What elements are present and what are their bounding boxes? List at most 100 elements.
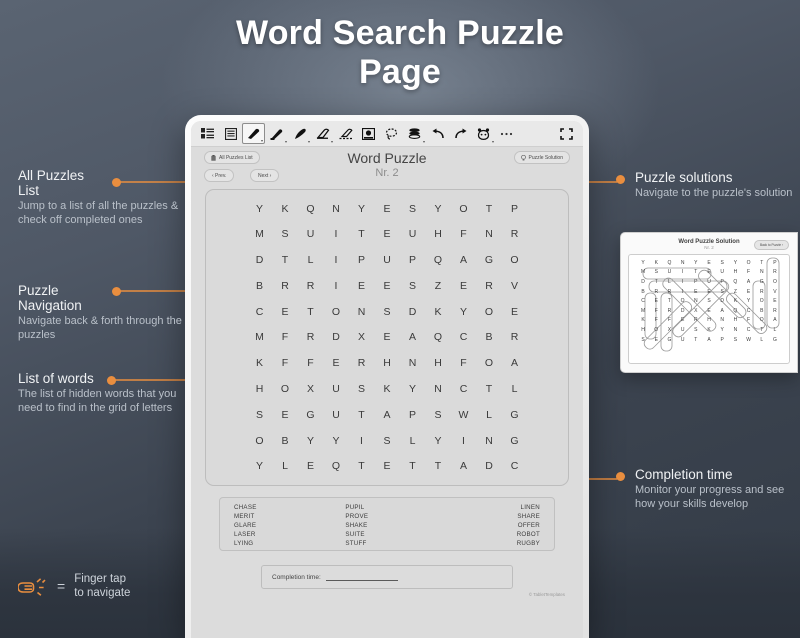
letter-cell[interactable]: T (349, 221, 375, 247)
letter-cell[interactable]: E (502, 299, 528, 325)
letter-cell[interactable]: Y (323, 428, 349, 454)
all-puzzles-list-button[interactable]: All Puzzles List (204, 151, 260, 164)
letter-cell[interactable]: F (272, 350, 298, 376)
letter-cell[interactable]: N (349, 299, 375, 325)
word-item[interactable]: STUFF (345, 539, 442, 548)
word-item[interactable]: MERIT (234, 512, 331, 521)
letter-cell[interactable]: Y (247, 196, 273, 222)
letter-cell[interactable]: C (247, 299, 273, 325)
letter-cell[interactable]: Y (247, 454, 273, 480)
letter-cell[interactable]: T (400, 454, 426, 480)
letter-cell[interactable]: E (298, 454, 324, 480)
word-item[interactable]: RUGBY (443, 539, 540, 548)
word-item[interactable]: ROBOT (443, 530, 540, 539)
letter-cell[interactable]: L (272, 454, 298, 480)
letter-cell[interactable]: N (400, 350, 426, 376)
letter-cell[interactable]: V (502, 273, 528, 299)
next-puzzle-button[interactable]: Next › (250, 169, 280, 182)
letter-cell[interactable]: N (476, 221, 502, 247)
letter-cell[interactable]: O (272, 376, 298, 402)
letter-cell[interactable]: U (400, 221, 426, 247)
letter-cell[interactable]: S (349, 376, 375, 402)
text-lines-icon[interactable] (219, 123, 242, 144)
layers-icon[interactable]: ▾ (403, 123, 426, 144)
marker-icon[interactable]: ▾ (265, 123, 288, 144)
letter-cell[interactable]: O (476, 350, 502, 376)
letter-cell[interactable]: K (247, 350, 273, 376)
completion-time-box[interactable]: Completion time: (261, 565, 513, 589)
completion-time-input[interactable] (325, 574, 398, 581)
letter-cell[interactable]: E (374, 196, 400, 222)
letter-cell[interactable]: O (476, 299, 502, 325)
more-icon[interactable] (495, 123, 518, 144)
letter-cell[interactable]: A (374, 402, 400, 428)
letter-cell[interactable]: Y (349, 196, 375, 222)
pen-icon[interactable]: ▾ (242, 123, 265, 144)
letter-cell[interactable]: T (349, 454, 375, 480)
letter-cell[interactable]: E (349, 273, 375, 299)
letter-cell[interactable]: U (323, 402, 349, 428)
letter-cell[interactable]: X (298, 376, 324, 402)
letter-cell[interactable]: I (323, 247, 349, 273)
letter-cell[interactable]: E (323, 350, 349, 376)
sticker-icon[interactable]: ▾ (472, 123, 495, 144)
letter-cell[interactable]: O (502, 247, 528, 273)
letter-cell[interactable]: H (425, 350, 451, 376)
letter-cell[interactable]: B (247, 273, 273, 299)
letter-cell[interactable]: L (476, 402, 502, 428)
letter-cell[interactable]: E (272, 299, 298, 325)
letter-cell[interactable]: R (272, 273, 298, 299)
letter-cell[interactable]: X (349, 325, 375, 351)
letter-cell[interactable]: T (425, 454, 451, 480)
fullscreen-icon[interactable] (555, 123, 578, 144)
letter-cell[interactable]: U (374, 247, 400, 273)
letter-cell[interactable]: S (425, 402, 451, 428)
letter-cell[interactable]: W (451, 402, 477, 428)
word-item[interactable]: LYING (234, 539, 331, 548)
letter-cell[interactable]: R (502, 325, 528, 351)
letter-cell[interactable]: N (476, 428, 502, 454)
letter-cell[interactable]: Y (298, 428, 324, 454)
letter-cell[interactable]: I (349, 428, 375, 454)
letter-cell[interactable]: Q (425, 247, 451, 273)
word-item[interactable]: OFFER (443, 521, 540, 530)
letter-cell[interactable]: C (451, 325, 477, 351)
letter-cell[interactable]: K (425, 299, 451, 325)
redo-icon[interactable] (449, 123, 472, 144)
letter-cell[interactable]: R (349, 350, 375, 376)
letter-cell[interactable]: E (272, 402, 298, 428)
letter-cell[interactable]: F (451, 350, 477, 376)
letter-cell[interactable]: G (476, 247, 502, 273)
word-item[interactable]: SHAKE (345, 521, 442, 530)
letter-cell[interactable]: I (323, 273, 349, 299)
brush-icon[interactable]: ▾ (288, 123, 311, 144)
letter-cell[interactable]: M (247, 221, 273, 247)
letter-cell[interactable]: R (298, 325, 324, 351)
letter-cell[interactable]: L (298, 247, 324, 273)
image-icon[interactable] (357, 123, 380, 144)
undo-icon[interactable] (426, 123, 449, 144)
letter-cell[interactable]: Y (451, 299, 477, 325)
letter-cell[interactable]: E (374, 325, 400, 351)
word-item[interactable]: SUITE (345, 530, 442, 539)
letter-cell[interactable]: G (298, 402, 324, 428)
word-item[interactable]: PROVE (345, 512, 442, 521)
erase-selection-icon[interactable] (334, 123, 357, 144)
letter-cell[interactable]: S (400, 196, 426, 222)
letter-cell[interactable]: E (451, 273, 477, 299)
letter-cell[interactable]: Z (425, 273, 451, 299)
letter-cell[interactable]: P (400, 402, 426, 428)
letter-cell[interactable]: F (451, 221, 477, 247)
letter-cell[interactable]: T (476, 196, 502, 222)
letter-cell[interactable]: O (323, 299, 349, 325)
word-item[interactable]: LINEN (443, 503, 540, 512)
word-item[interactable]: LASER (234, 530, 331, 539)
letter-cell[interactable]: I (451, 428, 477, 454)
letter-cell[interactable]: T (272, 247, 298, 273)
letter-cell[interactable]: F (298, 350, 324, 376)
letter-cell[interactable]: D (476, 454, 502, 480)
letter-cell[interactable]: Q (323, 454, 349, 480)
letter-cell[interactable]: Y (425, 196, 451, 222)
letter-cell[interactable]: N (425, 376, 451, 402)
letter-cell[interactable]: Y (400, 376, 426, 402)
